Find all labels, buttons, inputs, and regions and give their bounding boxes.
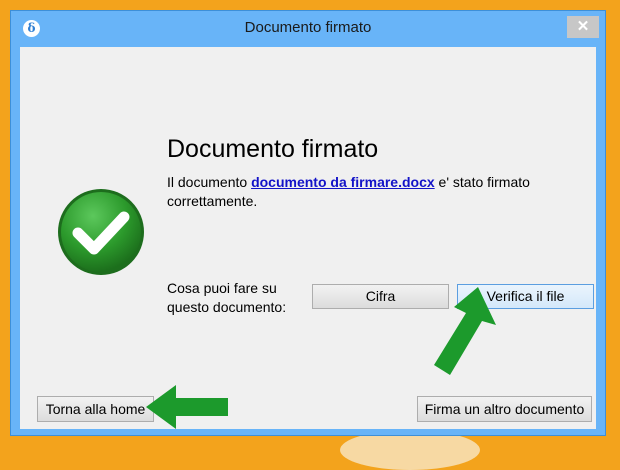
dialog-window: δ Documento firmato ✕ Documento firmato … xyxy=(10,10,606,436)
desktop-background-glow xyxy=(340,430,480,470)
close-button[interactable]: ✕ xyxy=(567,16,599,38)
green-arrow-icon xyxy=(434,287,496,375)
check-circle-icon xyxy=(58,189,144,275)
sign-another-button[interactable]: Firma un altro documento xyxy=(417,396,592,422)
message-prefix: Il documento xyxy=(167,174,252,190)
dialog-content: Documento firmato Il documento documento… xyxy=(20,47,596,429)
page-title: Documento firmato xyxy=(167,135,379,163)
actions-question: Cosa puoi fare su questo documento: xyxy=(167,280,287,315)
window-title: Documento firmato xyxy=(244,19,372,36)
green-arrow-icon xyxy=(146,385,228,429)
title-bar[interactable]: δ Documento firmato ✕ xyxy=(11,11,605,45)
status-message: Il documento documento da firmare.docx e… xyxy=(167,173,567,211)
back-home-button[interactable]: Torna alla home xyxy=(37,396,154,422)
document-link[interactable]: documento da firmare.docx xyxy=(251,174,435,190)
